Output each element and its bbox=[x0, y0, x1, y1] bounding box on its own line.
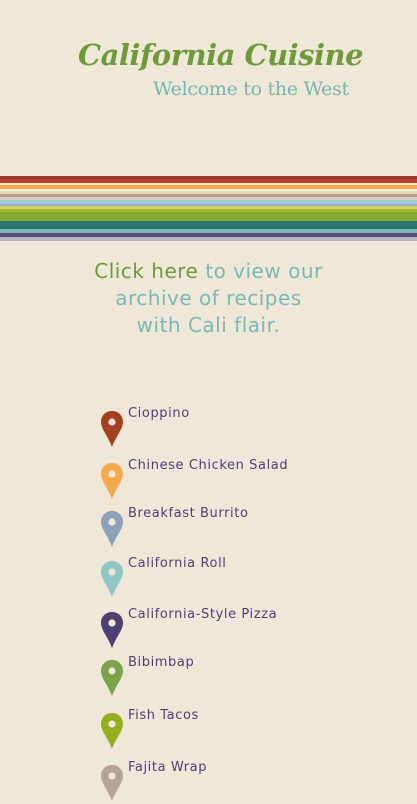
stripe-band bbox=[0, 212, 417, 221]
recipe-name: California Roll bbox=[128, 556, 227, 571]
map-pin-icon bbox=[101, 612, 123, 648]
recipe-name: Breakfast Burrito bbox=[128, 506, 249, 521]
stripe-band bbox=[0, 237, 417, 241]
archive-callout: Click here to view our archive of recipe… bbox=[90, 258, 327, 339]
recipe-item[interactable]: Breakfast Burrito bbox=[100, 506, 360, 550]
recipe-item[interactable]: California-Style Pizza bbox=[100, 607, 360, 651]
map-pin-icon bbox=[101, 411, 123, 447]
recipe-item[interactable]: Chinese Chicken Salad bbox=[100, 458, 360, 502]
recipe-item[interactable]: Fish Tacos bbox=[100, 708, 360, 752]
map-pin-icon bbox=[101, 765, 123, 801]
map-pin-icon bbox=[101, 561, 123, 597]
archive-link[interactable]: Click here bbox=[94, 259, 198, 283]
recipe-name: Cioppino bbox=[128, 406, 190, 421]
map-pin-icon bbox=[101, 713, 123, 749]
recipe-name: Fish Tacos bbox=[128, 708, 199, 723]
map-pin-icon bbox=[101, 511, 123, 547]
recipe-item[interactable]: Bibimbap bbox=[100, 655, 360, 699]
recipe-item[interactable]: Fajita Wrap bbox=[100, 760, 360, 804]
map-pin-icon bbox=[101, 463, 123, 499]
recipe-name: California-Style Pizza bbox=[128, 607, 278, 622]
recipe-item[interactable]: California Roll bbox=[100, 556, 360, 600]
recipe-item[interactable]: Cioppino bbox=[100, 406, 360, 450]
decorative-stripes bbox=[0, 176, 417, 241]
site-title: California Cuisine bbox=[78, 38, 364, 72]
site-tagline: Welcome to the West bbox=[153, 78, 349, 100]
recipe-name: Bibimbap bbox=[128, 655, 195, 670]
stripe-band bbox=[0, 221, 417, 229]
map-pin-icon bbox=[101, 660, 123, 696]
recipe-name: Chinese Chicken Salad bbox=[128, 458, 289, 473]
recipe-name: Fajita Wrap bbox=[128, 760, 208, 775]
